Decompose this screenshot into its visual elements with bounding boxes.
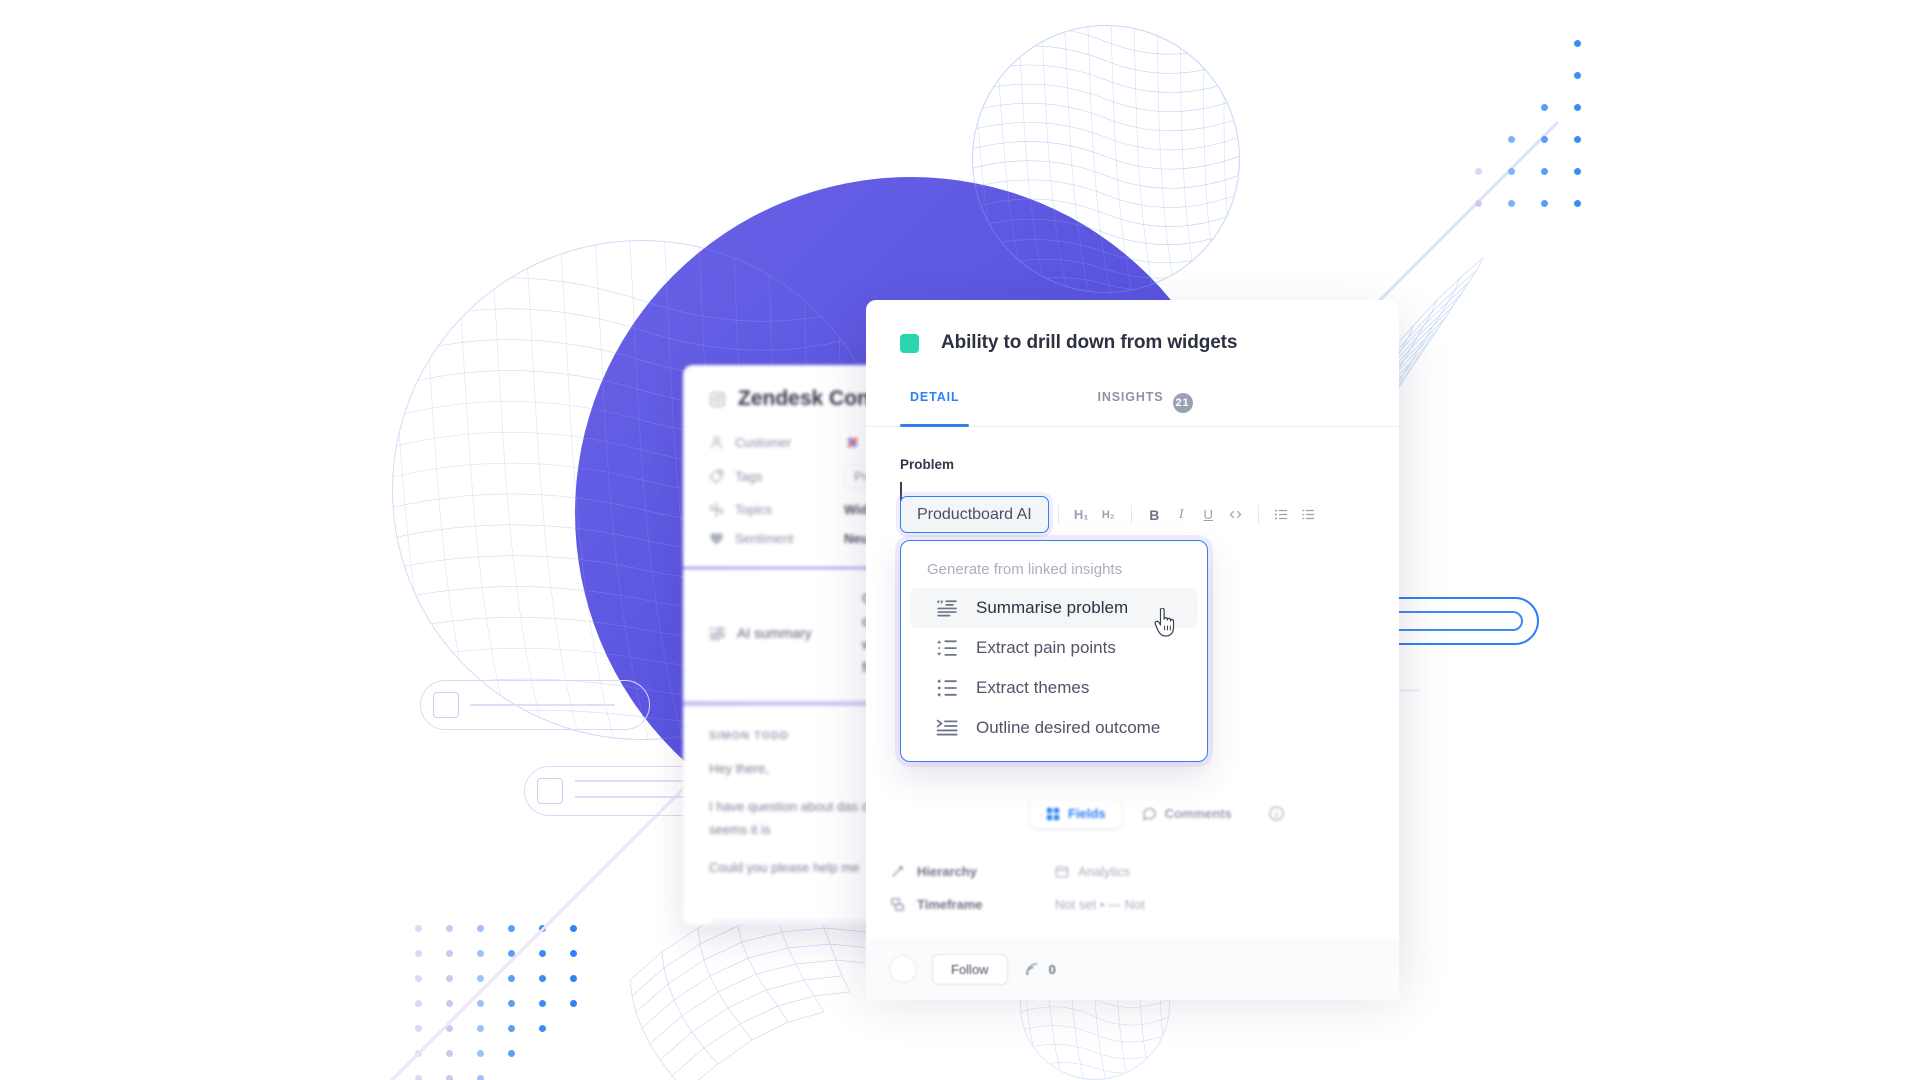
dot-grid-bottom-left	[415, 925, 595, 1080]
italic-icon[interactable]: I	[1168, 501, 1195, 528]
zendesk-row-label: Tags	[735, 469, 763, 484]
ai-actions-dropdown: Generate from linked insights Summarise …	[900, 540, 1208, 762]
person-icon	[709, 435, 724, 450]
tab-comments-label: Comments	[1164, 806, 1232, 821]
dropdown-item-label: Outline desired outcome	[976, 718, 1161, 737]
grid-icon	[1046, 807, 1060, 821]
tab-detail-label: DETAIL	[910, 390, 960, 404]
dropdown-header: Generate from linked insights	[927, 561, 1123, 578]
dropdown-item-extract-themes[interactable]: Extract themes	[910, 668, 1198, 708]
info-icon	[1268, 805, 1285, 822]
panel-tabs: DETAIL INSIGHTS 21	[866, 390, 1399, 427]
tab-comments[interactable]: Comments	[1126, 799, 1248, 828]
info-button[interactable]	[1252, 798, 1301, 829]
dropdown-item-label: Extract pain points	[976, 638, 1116, 657]
decor-square-left-2	[537, 778, 563, 804]
productboard-ai-label: Productboard AI	[917, 505, 1032, 523]
followers-count[interactable]: 0	[1024, 961, 1056, 978]
comment-icon	[1142, 806, 1157, 821]
mesh-circle-small	[972, 25, 1240, 293]
dropdown-item-label: Extract themes	[976, 678, 1090, 697]
underline-icon[interactable]: U	[1195, 501, 1222, 528]
sorted-list-icon	[936, 637, 958, 659]
tag-icon	[709, 469, 724, 484]
toolbar-separator	[1257, 505, 1259, 524]
heading-1-icon[interactable]: H₁	[1068, 501, 1095, 528]
avatar[interactable]	[890, 956, 916, 982]
indent-list-icon	[936, 717, 958, 739]
editor-toolbar: Productboard AI H₁ H₂ B I U	[900, 496, 1400, 533]
meta-row[interactable]: Hierarchy Analytics	[890, 855, 1310, 888]
tab-insights-label: INSIGHTS	[1097, 390, 1164, 404]
bullet-list-icon[interactable]	[1268, 501, 1295, 528]
productboard-ai-button[interactable]: Productboard AI	[900, 496, 1049, 533]
tab-detail[interactable]: DETAIL	[900, 390, 970, 427]
quote-list-icon	[936, 597, 958, 619]
heading-2-icon[interactable]: H₂	[1095, 501, 1122, 528]
insights-count-badge: 21	[1172, 393, 1193, 413]
followers-count-value: 0	[1048, 961, 1056, 977]
heart-icon	[709, 531, 724, 546]
dropdown-item-label: Summarise problem	[976, 598, 1129, 617]
code-icon[interactable]	[1222, 501, 1249, 528]
follow-button[interactable]: Follow	[932, 953, 1008, 985]
tab-insights[interactable]: INSIGHTS 21	[1087, 390, 1202, 426]
followers-icon	[1024, 961, 1041, 978]
tab-fields-label: Fields	[1068, 806, 1106, 821]
topics-icon	[709, 502, 724, 517]
meta-value: Analytics	[1078, 864, 1131, 879]
meta-key: Hierarchy	[917, 864, 977, 879]
zendesk-row-label: Customer	[735, 435, 792, 450]
board-icon	[1055, 865, 1069, 879]
page-root: Zendesk Conver Customer J	[0, 0, 1920, 1080]
bullet-diamond-list-icon	[936, 677, 958, 699]
toolbar-separator	[1057, 505, 1059, 524]
tab-fields[interactable]: Fields	[1030, 799, 1122, 828]
fields-comments-segmented-control: Fields Comments	[1030, 798, 1301, 829]
dropdown-item-outline-desired-outcome[interactable]: Outline desired outcome	[910, 708, 1198, 748]
decor-line-left-1	[470, 704, 615, 706]
meta-row[interactable]: Timeframe Not set • — Not	[890, 888, 1310, 921]
panel-footer: Follow 0	[866, 938, 1399, 1000]
tab-spacer	[969, 390, 1087, 426]
bold-icon[interactable]: B	[1141, 501, 1168, 528]
mouse-cursor-icon	[1154, 608, 1180, 638]
panel-header: Ability to drill down from widgets	[866, 300, 1399, 354]
avatar-icon	[846, 436, 859, 449]
timeframe-icon	[890, 897, 905, 912]
ai-summary-label: AI summary	[737, 625, 812, 642]
meta-value: Not set • — Not	[1055, 897, 1145, 912]
decor-line-left-3	[575, 796, 685, 798]
hierarchy-icon	[890, 864, 905, 879]
decor-square-left-1	[433, 692, 459, 718]
numbered-list-icon[interactable]	[1295, 501, 1322, 528]
quote-list-icon	[709, 625, 726, 642]
meta-key: Timeframe	[917, 897, 983, 912]
zendesk-icon	[709, 391, 726, 408]
zendesk-row-label: Topics	[735, 502, 772, 517]
feature-meta-fields: Hierarchy Analytics Timeframe Not set • …	[890, 855, 1310, 921]
diagonal-line-bottom-left	[390, 747, 725, 1080]
status-badge	[900, 333, 919, 353]
problem-field-label: Problem	[900, 457, 955, 472]
toolbar-separator	[1130, 505, 1132, 524]
page-title: Ability to drill down from widgets	[941, 332, 1238, 353]
zendesk-row-label: Sentiment	[735, 531, 794, 546]
dot-grid-top-right	[1448, 40, 1588, 207]
decor-pill-left-1	[420, 680, 650, 730]
